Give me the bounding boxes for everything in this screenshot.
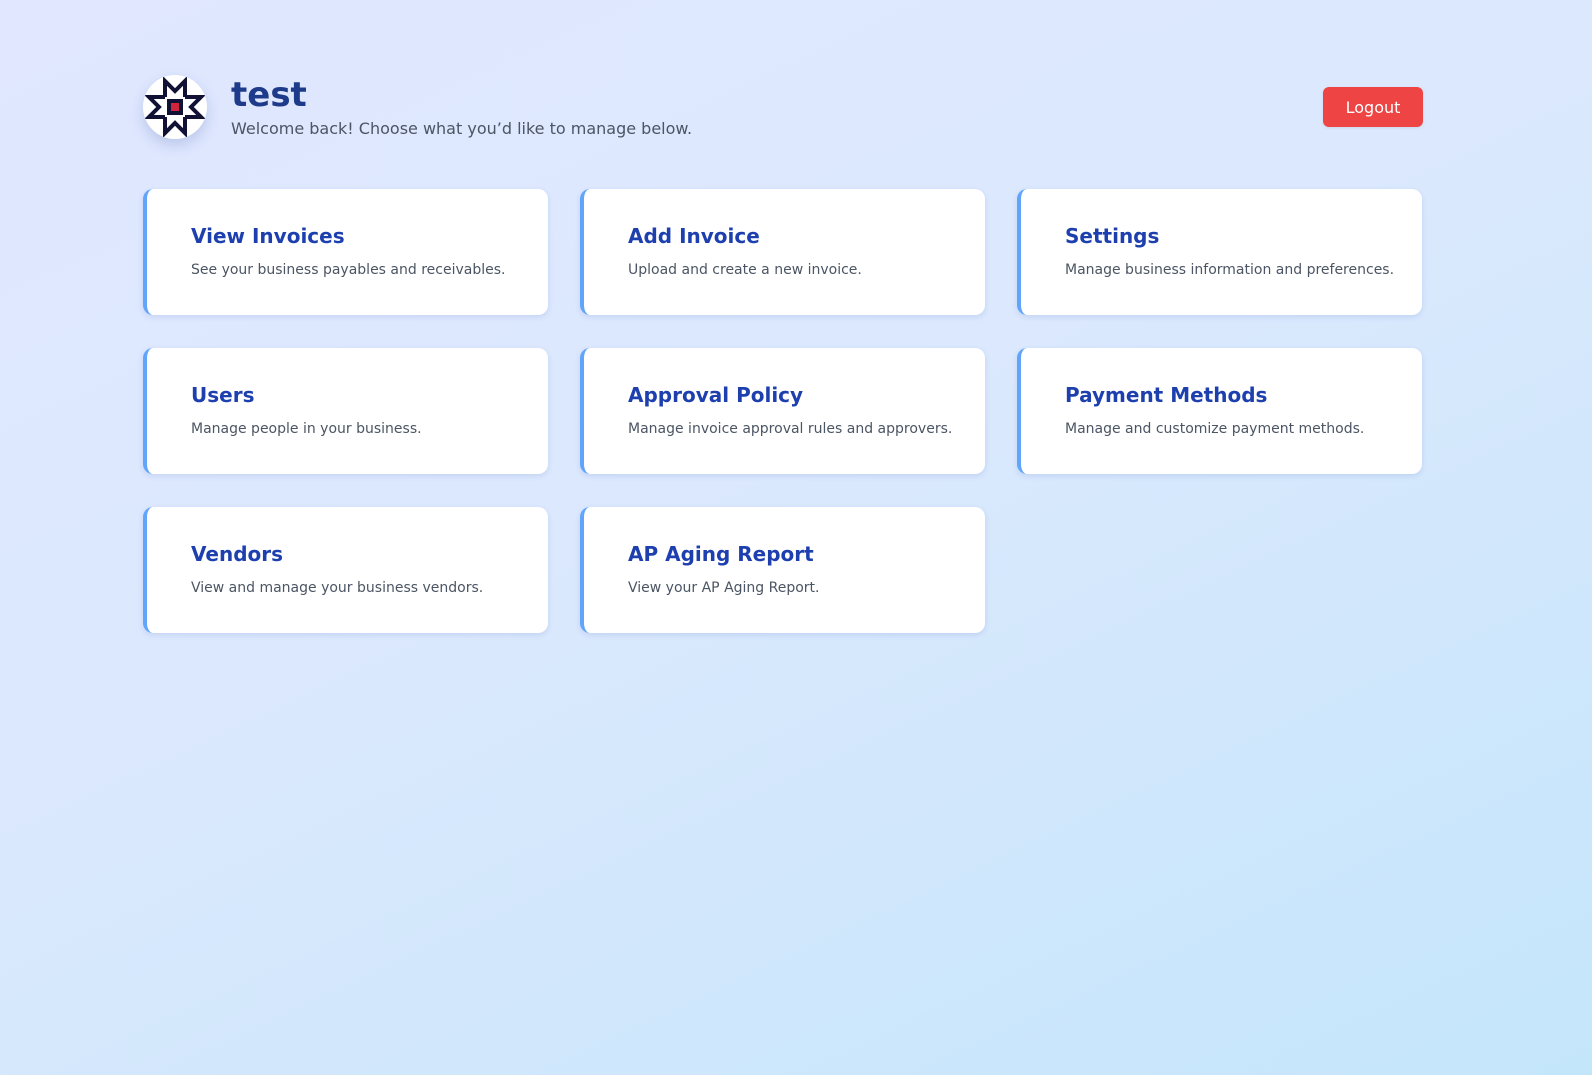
- logout-button[interactable]: Logout: [1323, 87, 1423, 127]
- page-header: test Welcome back! Choose what you’d lik…: [143, 75, 1423, 139]
- card-vendors[interactable]: Vendors View and manage your business ve…: [143, 507, 548, 633]
- card-description: Manage and customize payment methods.: [1065, 421, 1365, 437]
- card-description: Upload and create a new invoice.: [628, 262, 862, 278]
- card-title: View Invoices: [191, 224, 345, 248]
- dashboard-card-grid: View Invoices See your business payables…: [143, 189, 1423, 633]
- card-description: Manage invoice approval rules and approv…: [628, 421, 953, 437]
- card-description: Manage business information and preferen…: [1065, 262, 1395, 278]
- card-users[interactable]: Users Manage people in your business.: [143, 348, 548, 474]
- card-title: Add Invoice: [628, 224, 760, 248]
- page-subtitle: Welcome back! Choose what you’d like to …: [231, 119, 693, 138]
- card-title: Payment Methods: [1065, 383, 1268, 407]
- card-title: Settings: [1065, 224, 1160, 248]
- company-logo-icon: [143, 75, 207, 139]
- card-description: Manage people in your business.: [191, 421, 422, 437]
- card-ap-aging-report[interactable]: AP Aging Report View your AP Aging Repor…: [580, 507, 985, 633]
- card-settings[interactable]: Settings Manage business information and…: [1017, 189, 1422, 315]
- page-title: test: [231, 75, 307, 115]
- card-description: See your business payables and receivabl…: [191, 262, 506, 278]
- card-title: AP Aging Report: [628, 542, 814, 566]
- card-title: Users: [191, 383, 255, 407]
- card-title: Vendors: [191, 542, 284, 566]
- card-view-invoices[interactable]: View Invoices See your business payables…: [143, 189, 548, 315]
- logo-mark-icon: [144, 76, 206, 138]
- card-approval-policy[interactable]: Approval Policy Manage invoice approval …: [580, 348, 985, 474]
- card-description: View and manage your business vendors.: [191, 580, 484, 596]
- card-title: Approval Policy: [628, 383, 804, 407]
- card-description: View your AP Aging Report.: [628, 580, 820, 596]
- card-payment-methods[interactable]: Payment Methods Manage and customize pay…: [1017, 348, 1422, 474]
- card-add-invoice[interactable]: Add Invoice Upload and create a new invo…: [580, 189, 985, 315]
